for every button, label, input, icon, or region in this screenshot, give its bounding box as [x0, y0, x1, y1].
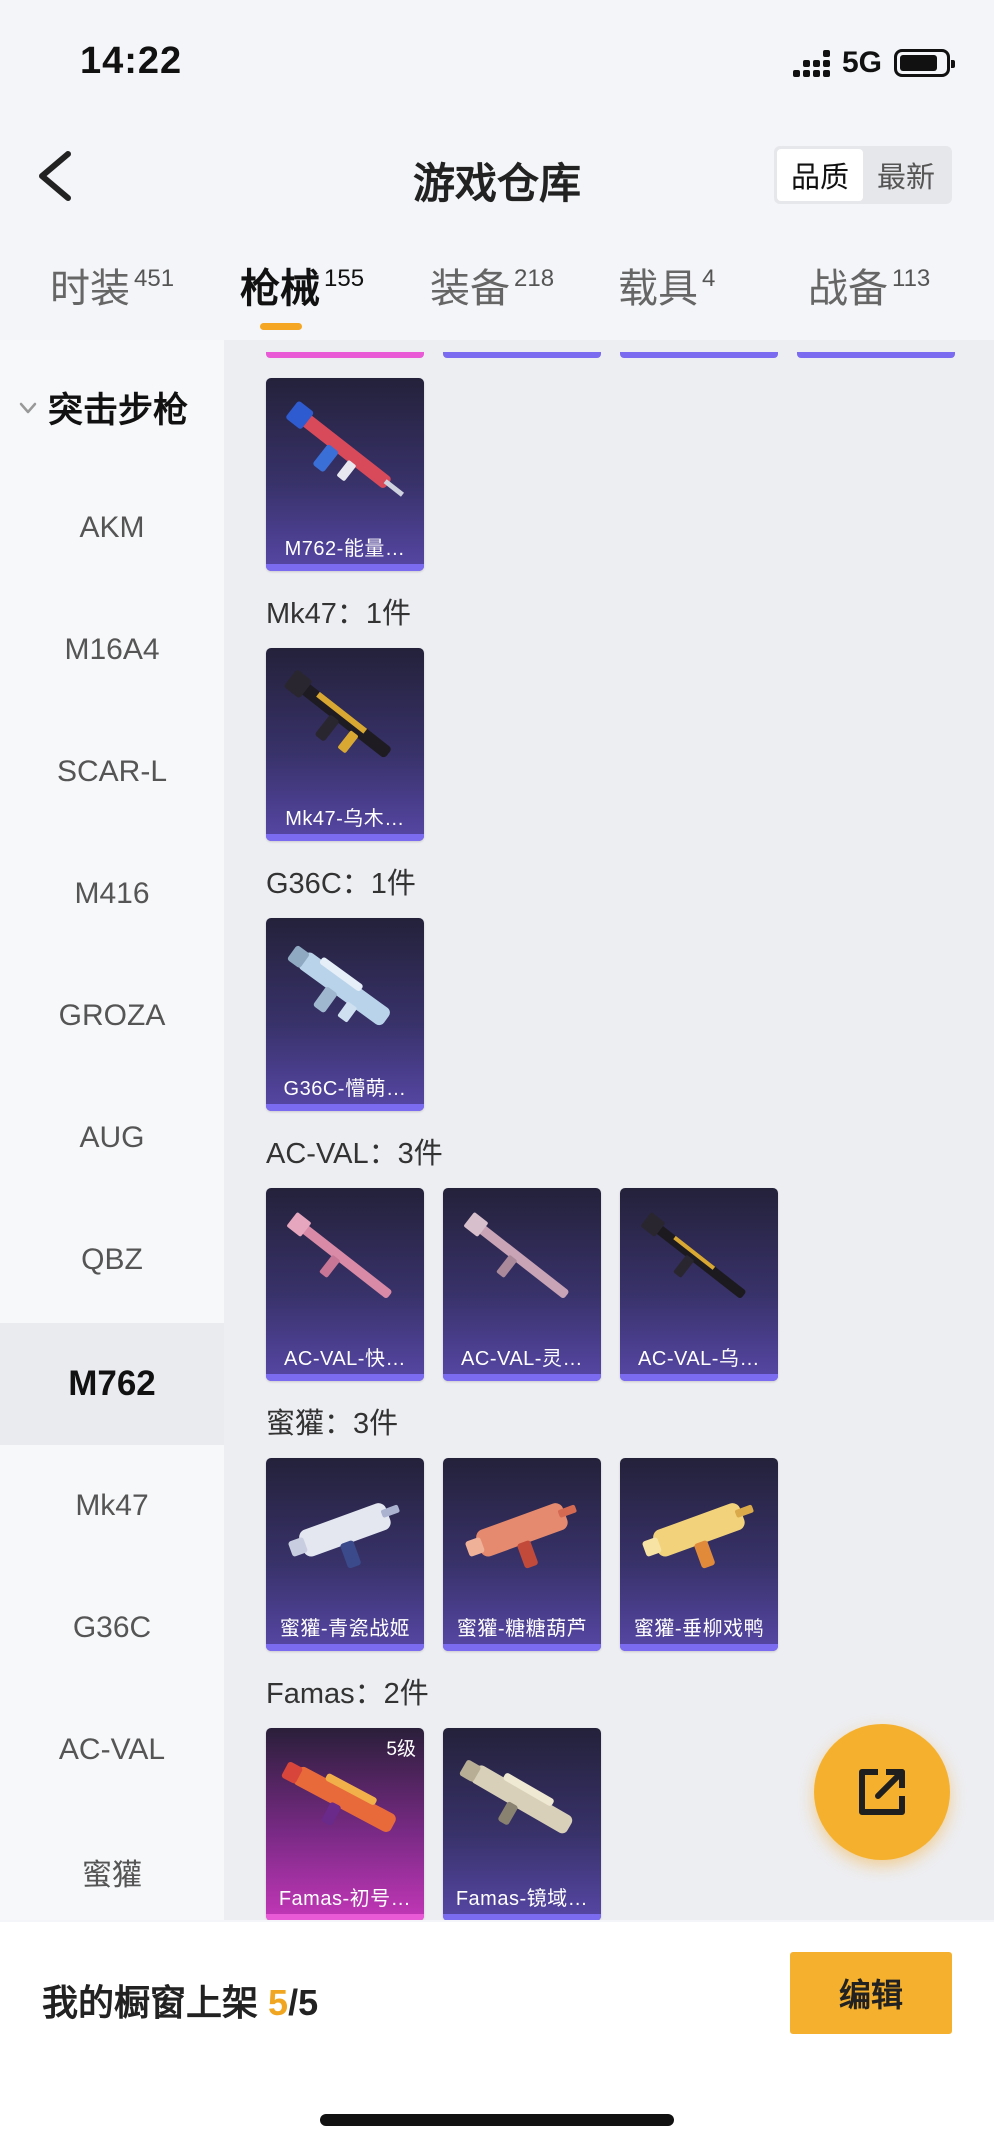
weapon-card[interactable]: 蜜獾-垂柳戏鸭	[620, 1458, 778, 1651]
weapon-card-label: AC-VAL-乌…	[638, 1348, 760, 1370]
tab-label: 装备	[430, 267, 510, 311]
share-button[interactable]	[814, 1724, 950, 1860]
weapon-card[interactable]: 蜜獾-糖糖葫芦	[443, 1458, 601, 1651]
tab-label: 战备	[808, 267, 888, 311]
weapon-card[interactable]: AC-VAL-快…	[266, 1188, 424, 1381]
card-partial[interactable]	[443, 340, 601, 358]
weapon-card-label: G36C-懵萌…	[283, 1078, 407, 1100]
tab-supplies[interactable]: 战备 113	[808, 256, 930, 314]
chevron-left-icon	[39, 151, 71, 201]
home-indicator[interactable]	[320, 2114, 674, 2126]
rifle-icon	[286, 401, 405, 497]
signal-icon	[792, 49, 830, 77]
sidebar: 突击步枪 AKM M16A4 SCAR-L M416 GROZA AUG QBZ…	[0, 340, 224, 1920]
weapon-card-label: 蜜獾-青瓷战姬	[279, 1618, 411, 1640]
status-bar: 14:22 5G	[0, 0, 994, 120]
sidebar-item-m416[interactable]: M416	[0, 833, 224, 955]
weapon-card[interactable]: Famas-镜域…	[443, 1728, 601, 1920]
weapon-card-label: Mk47-乌木…	[285, 808, 405, 830]
showcase-label: 我的橱窗上架	[42, 1982, 259, 2023]
weapon-card-label: Famas-镜域…	[455, 1888, 589, 1910]
battery-icon	[894, 49, 955, 77]
sidebar-item-ac-val[interactable]: AC-VAL	[0, 1689, 224, 1811]
level-badge: 5级	[386, 1739, 416, 1760]
header: 游戏仓库 品质 最新	[0, 120, 994, 230]
rifle-icon	[641, 1212, 746, 1299]
weapon-card-label: AC-VAL-快…	[284, 1348, 406, 1370]
weapon-card[interactable]: Mk47-乌木…	[266, 648, 424, 841]
card-partial[interactable]	[797, 340, 955, 358]
section-title-g36c: G36C：1件	[266, 868, 416, 900]
tab-vehicles[interactable]: 载具 4	[618, 256, 715, 314]
sidebar-group-assault-rifles[interactable]: 突击步枪	[18, 382, 188, 433]
edit-button[interactable]: 编辑	[790, 1952, 952, 2034]
weapon-list: M762-能量… Mk47：1件 Mk47-乌木… G36C：1件 G36C-懵…	[224, 340, 994, 1920]
weapon-card[interactable]: M762-能量…	[266, 378, 424, 571]
weapon-card-label: M762-能量…	[284, 538, 406, 560]
tab-fashion[interactable]: 时装 451	[50, 256, 174, 314]
section-title-honey-badger: 蜜獾：3件	[266, 1408, 399, 1440]
weapon-card[interactable]: AC-VAL-灵…	[443, 1188, 601, 1381]
showcase-status: 我的橱窗上架 5/5	[42, 1974, 318, 2026]
tab-label: 枪械	[240, 267, 320, 311]
sidebar-item-qbz[interactable]: QBZ	[0, 1199, 224, 1321]
section-title-famas: Famas：2件	[266, 1678, 429, 1710]
active-tab-indicator	[260, 323, 302, 330]
sidebar-item-m762[interactable]: M762	[0, 1323, 224, 1445]
rifle-icon	[284, 670, 391, 758]
tab-equipment[interactable]: 装备 218	[430, 256, 554, 314]
rifle-icon	[287, 1212, 392, 1299]
weapon-card[interactable]: G36C-懵萌…	[266, 918, 424, 1111]
sidebar-item-m16a4[interactable]: M16A4	[0, 589, 224, 711]
category-tabs: 时装 451 枪械 155 装备 218 载具 4 战备 113	[0, 240, 994, 340]
showcase-current: 5	[268, 1982, 289, 2023]
tab-count: 218	[514, 265, 555, 292]
chevron-down-icon	[19, 402, 37, 413]
tab-label: 时装	[50, 267, 130, 311]
sidebar-item-groza[interactable]: GROZA	[0, 955, 224, 1077]
back-button[interactable]	[30, 146, 90, 206]
weapon-card[interactable]: 5级 Famas-初号…	[266, 1728, 424, 1920]
status-time: 14:22	[80, 40, 183, 82]
network-label: 5G	[841, 46, 882, 79]
rifle-icon	[287, 945, 390, 1026]
sidebar-group-label: 突击步枪	[48, 391, 189, 430]
bottom-bar: 我的橱窗上架 5/5 编辑	[0, 1922, 994, 2152]
tab-weapons[interactable]: 枪械 155	[240, 256, 364, 314]
rifle-icon	[459, 1760, 573, 1834]
rifle-icon	[464, 1212, 569, 1299]
section-title-ac-val: AC-VAL：3件	[266, 1138, 443, 1170]
sidebar-item-akm[interactable]: AKM	[0, 467, 224, 589]
weapon-card-label: Famas-初号…	[278, 1888, 412, 1910]
card-partial[interactable]	[266, 340, 424, 358]
sort-option-quality[interactable]: 品质	[777, 149, 863, 201]
tab-count: 155	[324, 265, 365, 292]
sidebar-item-honey-badger[interactable]: 蜜獾	[0, 1811, 224, 1920]
sidebar-item-aug[interactable]: AUG	[0, 1077, 224, 1199]
tab-count: 4	[702, 265, 716, 292]
showcase-total: /5	[288, 1982, 319, 2023]
smg-icon	[288, 1503, 400, 1569]
smg-icon	[642, 1503, 754, 1569]
sidebar-item-mk47[interactable]: Mk47	[0, 1445, 224, 1567]
tab-label: 载具	[618, 267, 698, 311]
sort-toggle: 品质 最新	[774, 146, 952, 204]
status-indicators: 5G	[792, 46, 955, 80]
share-external-icon	[859, 1769, 905, 1815]
weapon-card[interactable]: 蜜獾-青瓷战姬	[266, 1458, 424, 1651]
weapon-card-label: AC-VAL-灵…	[461, 1348, 583, 1370]
sidebar-item-scar-l[interactable]: SCAR-L	[0, 711, 224, 833]
card-partial[interactable]	[620, 340, 778, 358]
sidebar-item-g36c[interactable]: G36C	[0, 1567, 224, 1689]
weapon-card-label: 蜜獾-糖糖葫芦	[456, 1618, 588, 1640]
section-title-mk47: Mk47：1件	[266, 598, 412, 630]
tab-count: 451	[134, 265, 175, 292]
smg-icon	[465, 1503, 577, 1569]
weapon-card[interactable]: AC-VAL-乌…	[620, 1188, 778, 1381]
sort-option-newest[interactable]: 最新	[863, 149, 949, 201]
tab-count: 113	[892, 265, 931, 292]
weapon-card-label: 蜜獾-垂柳戏鸭	[633, 1618, 765, 1640]
